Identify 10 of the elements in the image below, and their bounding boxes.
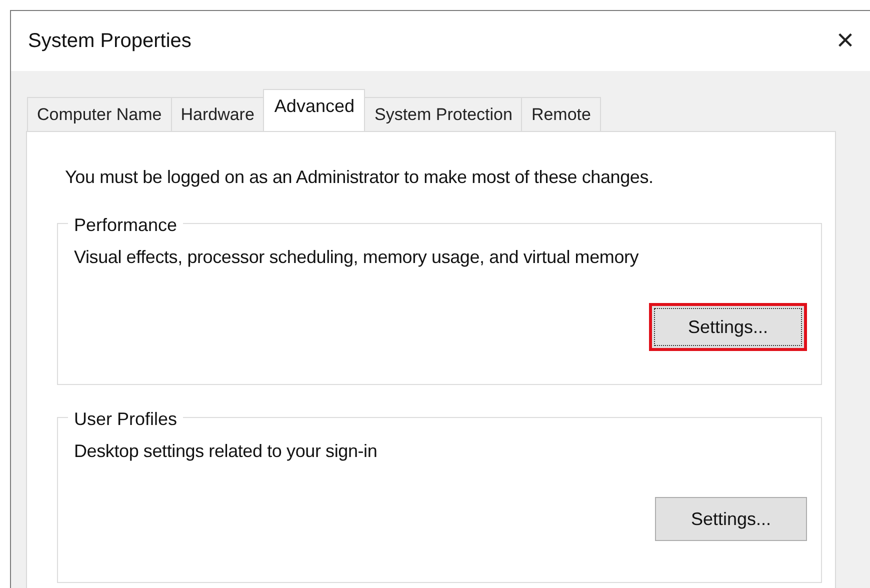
tab[interactable]: Advanced — [263, 89, 366, 131]
notice-text: You must be logged on as an Administrator to make most of these changes. — [65, 166, 654, 189]
settings-button[interactable]: Settings... — [649, 303, 807, 351]
group-description: Visual effects, processor scheduling, memory usage, and virtual memory — [73, 246, 640, 269]
tab[interactable]: Computer Name — [27, 97, 172, 131]
window-title: System Properties — [28, 29, 192, 54]
settings-button[interactable]: Settings... — [655, 497, 807, 541]
close-button[interactable]: × — [836, 26, 854, 56]
group-description: Desktop settings related to your sign-in — [73, 440, 378, 463]
tab[interactable]: Remote — [521, 97, 601, 131]
